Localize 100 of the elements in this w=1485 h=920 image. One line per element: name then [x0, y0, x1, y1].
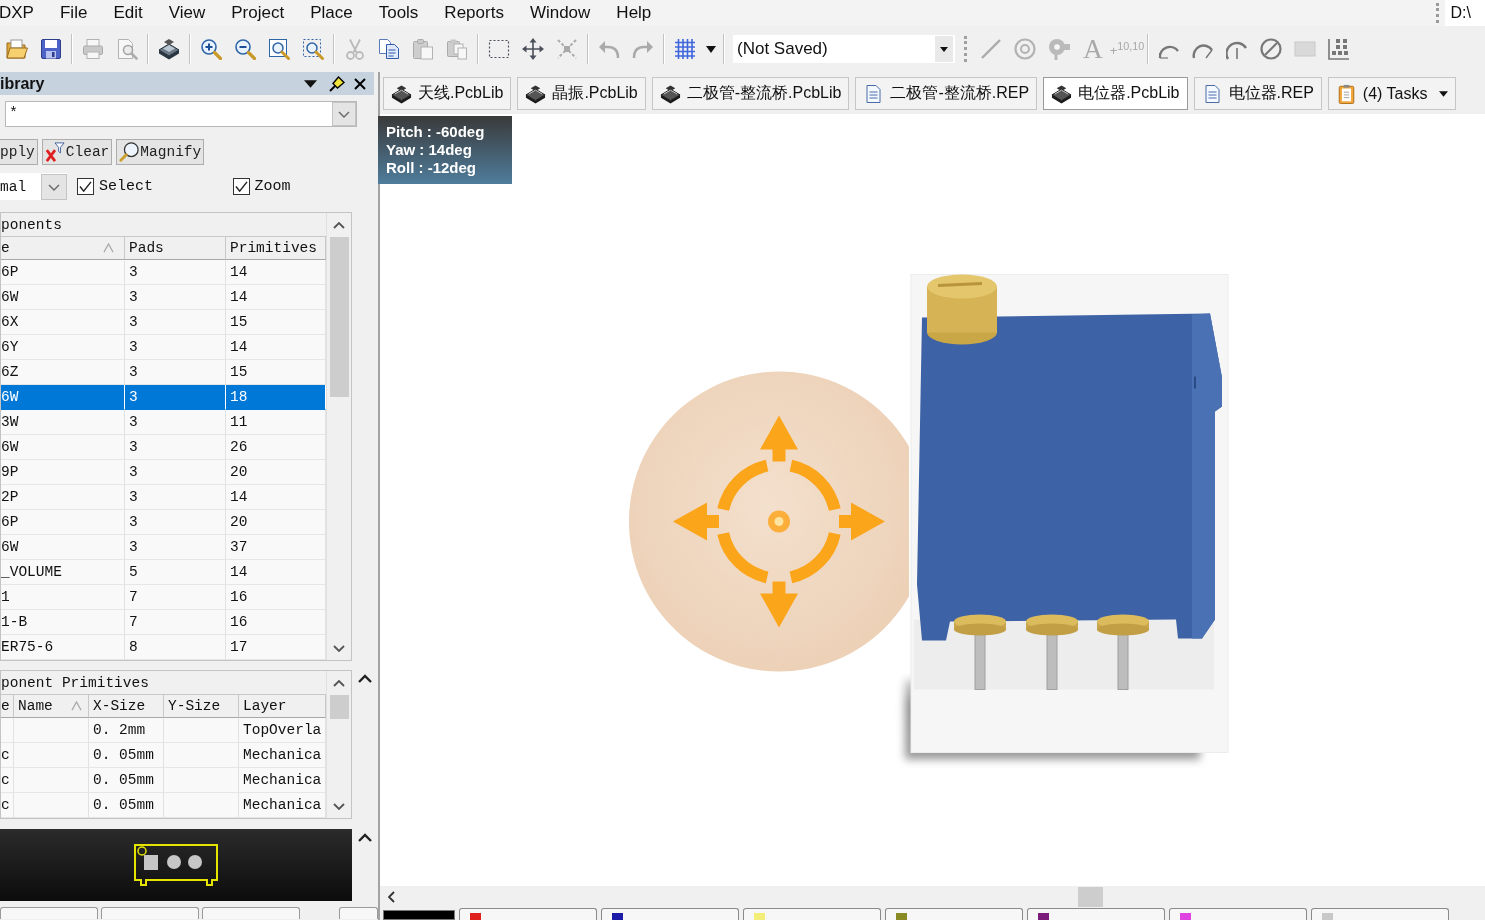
caret-icon[interactable] [706, 45, 716, 53]
panel-tab[interactable] [100, 907, 199, 919]
3d-view-canvas[interactable]: Pitch : -60deg Yaw : 14deg Roll : -12deg [380, 114, 1485, 886]
move-arrows-icon[interactable] [522, 38, 544, 60]
document-tab[interactable]: 二极管-整流桥.REP [855, 77, 1038, 110]
column-header[interactable]: Layer [239, 695, 326, 718]
scroll-down-icon[interactable] [333, 645, 345, 652]
document-tab[interactable]: 天线.PcbLib [383, 77, 512, 110]
layer-tab[interactable] [601, 908, 739, 920]
section-header: ponents [1, 213, 326, 237]
table-row[interactable]: 6W 3 14 [1, 285, 326, 310]
document-tab[interactable]: 晶振.PcbLib [517, 77, 646, 110]
vertical-scrollbar[interactable] [326, 671, 351, 818]
table-row[interactable]: 6W 3 37 [1, 535, 326, 560]
table-row[interactable]: 6P 3 14 [1, 260, 326, 285]
mode-dropdown[interactable]: mal [0, 173, 67, 200]
chip-icon [1051, 83, 1073, 104]
column-header[interactable]: e [1, 695, 14, 718]
document-dropdown[interactable]: (Not Saved) [733, 35, 955, 63]
close-icon[interactable] [354, 77, 366, 90]
table-row[interactable]: 1-B 7 16 [1, 610, 326, 635]
chevron-down-icon[interactable] [332, 102, 356, 126]
scrollbar-thumb[interactable] [329, 237, 349, 397]
scroll-up-icon[interactable] [333, 680, 345, 687]
column-header[interactable]: X-Size [89, 695, 164, 718]
column-header[interactable]: Y-Size [164, 695, 239, 718]
copy-icon[interactable] [378, 38, 400, 60]
open-folder-icon[interactable] [6, 38, 28, 60]
document-tab[interactable]: 二极管-整流桥.PcbLib [651, 77, 850, 110]
potentiometer-3d-drawing[interactable] [905, 274, 1229, 760]
menu-item[interactable]: View [155, 0, 219, 26]
clear-button[interactable]: Clear [41, 139, 113, 165]
layer-tab[interactable] [1027, 908, 1165, 920]
panel-tab[interactable] [0, 907, 98, 919]
table-row[interactable]: 1 7 16 [1, 585, 326, 610]
checkbox[interactable] [232, 178, 250, 195]
caret-icon[interactable] [935, 36, 953, 62]
layer-stack-icon[interactable] [158, 38, 180, 60]
scroll-down-icon[interactable] [333, 803, 345, 810]
menu-item[interactable]: Edit [100, 0, 156, 26]
table-row[interactable]: 6Z 3 15 [1, 360, 326, 385]
menu-item[interactable]: DXP [0, 0, 47, 26]
document-tab[interactable]: 电位器.PcbLib [1043, 77, 1188, 110]
dashed-rectangle-icon[interactable] [488, 38, 510, 60]
table-row[interactable]: 3W 3 11 [1, 410, 326, 435]
table-row[interactable]: 6W 3 18 [1, 385, 326, 410]
table-cell: ER75-6 [1, 635, 125, 660]
section-header: ponent Primitives [1, 671, 326, 695]
table-cell: 8 [125, 635, 226, 660]
vertical-scrollbar[interactable] [326, 213, 351, 660]
table-row[interactable]: 6Y 3 14 [1, 335, 326, 360]
column-header[interactable]: Pads [125, 237, 226, 260]
menu-item[interactable]: Tools [365, 0, 432, 26]
grip-icon[interactable] [964, 36, 967, 62]
magnifier-icon [119, 142, 140, 162]
table-row[interactable]: 6W 3 26 [1, 435, 326, 460]
zoom-out-icon[interactable] [234, 38, 256, 60]
dropdown-caret-icon[interactable] [304, 79, 317, 88]
orientation-readout: Yaw : 14deg [386, 141, 473, 159]
mask-field[interactable]: * [6, 102, 332, 126]
grip-icon[interactable] [1435, 3, 1439, 23]
menu-item[interactable]: Reports [431, 0, 517, 26]
zoom-in-icon[interactable] [200, 38, 222, 60]
caret-icon[interactable] [1439, 90, 1449, 97]
menu-item[interactable]: Project [218, 0, 298, 26]
scroll-up-icon[interactable] [333, 222, 345, 229]
column-header[interactable]: Name [14, 695, 89, 718]
zoom-area-icon[interactable] [302, 38, 324, 60]
magnify-button[interactable]: Magnify [116, 139, 205, 165]
chevron-down-icon[interactable] [41, 173, 67, 200]
document-tab[interactable]: (4) Tasks [1327, 77, 1457, 110]
document-tab[interactable]: 电位器.REP [1193, 77, 1322, 110]
pin-icon[interactable] [329, 75, 345, 92]
table-row[interactable]: 9P 3 20 [1, 460, 326, 485]
column-header[interactable]: e [1, 237, 125, 260]
layer-color-swatch[interactable] [383, 910, 455, 920]
table-row[interactable]: ER75-6 8 17 [1, 635, 326, 660]
table-row[interactable]: _VOLUME 5 14 [1, 560, 326, 585]
table-row[interactable]: 6P 3 20 [1, 510, 326, 535]
scrollbar-thumb[interactable] [1078, 887, 1103, 907]
column-header[interactable]: Primitives [226, 237, 326, 260]
checkbox-label: Zoom [254, 178, 291, 195]
dot-array-icon[interactable] [1328, 38, 1350, 60]
table-row[interactable]: 6X 3 15 [1, 310, 326, 335]
panel-tab[interactable] [338, 907, 378, 919]
scroll-left-icon[interactable] [388, 891, 395, 903]
panel-tab[interactable] [201, 907, 300, 919]
table-row[interactable]: 2P 3 14 [1, 485, 326, 510]
checkbox-label: Select [99, 178, 153, 195]
chip-icon [525, 83, 547, 104]
menu-item[interactable]: Place [297, 0, 366, 26]
menu-item[interactable]: Window [516, 0, 604, 26]
scrollbar-thumb[interactable] [329, 695, 349, 719]
zoom-page-icon[interactable] [268, 38, 290, 60]
grid-icon[interactable] [674, 38, 696, 60]
apply-button[interactable]: pply [0, 139, 38, 165]
menu-item[interactable]: File [46, 0, 101, 26]
checkbox[interactable] [77, 178, 94, 195]
menu-item[interactable]: Help [603, 0, 665, 26]
circle-icon[interactable] [1260, 38, 1282, 60]
